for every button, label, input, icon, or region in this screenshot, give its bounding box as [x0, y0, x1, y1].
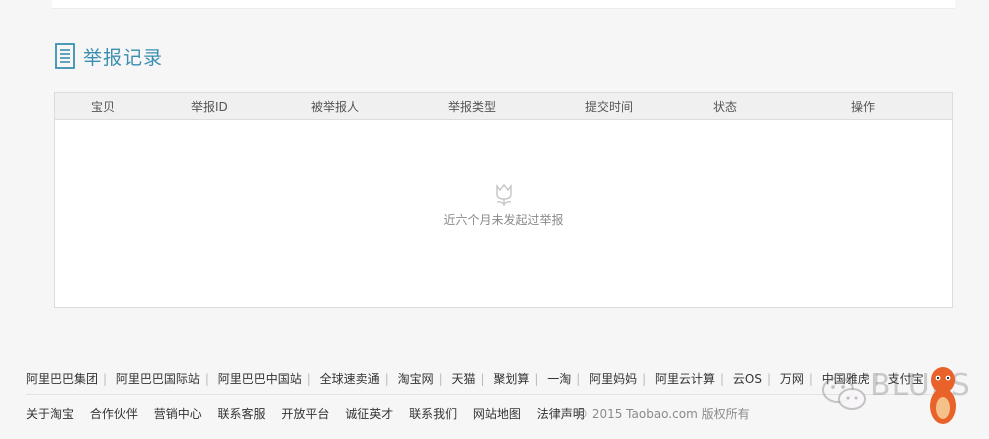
column-header-item: 宝贝 — [91, 100, 116, 114]
watermark: BLUES — [808, 362, 988, 432]
column-header-submit-time: 提交时间 — [585, 100, 634, 114]
footer-bottom-links: 关于淘宝 合作伙伴 营销中心 联系客服 开放平台 诚征英才 联系我们 网站地图 … — [26, 405, 597, 422]
copyright-text: © 2015 Taobao.com 版权所有 — [576, 407, 750, 421]
footer-link-aliyun[interactable]: 阿里云计算 — [655, 372, 715, 386]
document-icon — [55, 43, 75, 69]
column-header-report-id: 举报ID — [191, 100, 228, 114]
mascot-icon — [930, 367, 956, 424]
footer-link-sitemap[interactable]: 网站地图 — [473, 407, 521, 421]
footer-link-tmall[interactable]: 天猫 — [451, 372, 475, 386]
footer-link-taobao[interactable]: 淘宝网 — [398, 372, 434, 386]
wechat-icon — [822, 377, 866, 410]
empty-state: 近六个月未发起过举报 — [55, 183, 952, 228]
column-header-report-type: 举报类型 — [448, 100, 497, 114]
footer-link-marketing[interactable]: 营销中心 — [154, 407, 202, 421]
footer-link-etao[interactable]: 一淘 — [547, 372, 571, 386]
column-header-actions: 操作 — [851, 100, 876, 114]
footer-link-wanwang[interactable]: 万网 — [780, 372, 804, 386]
footer-link-customer-service[interactable]: 联系客服 — [218, 407, 266, 421]
section-header: 举报记录 — [55, 42, 163, 70]
page-title: 举报记录 — [83, 46, 164, 69]
footer-link-alibaba-international[interactable]: 阿里巴巴国际站 — [116, 372, 200, 386]
footer-link-careers[interactable]: 诚征英才 — [345, 407, 393, 421]
footer-link-contact-us[interactable]: 联系我们 — [409, 407, 457, 421]
column-header-status: 状态 — [713, 100, 738, 114]
footer-link-alimama[interactable]: 阿里妈妈 — [589, 372, 637, 386]
footer-link-alibaba-group[interactable]: 阿里巴巴集团 — [26, 372, 98, 386]
footer-link-open-platform[interactable]: 开放平台 — [281, 407, 329, 421]
tulip-icon — [495, 183, 512, 206]
footer-link-juhuasuan[interactable]: 聚划算 — [493, 372, 529, 386]
empty-message: 近六个月未发起过举报 — [443, 213, 564, 227]
top-panel-edge — [52, 0, 955, 9]
footer-link-yunos[interactable]: 云OS — [733, 372, 762, 386]
footer-link-about-taobao[interactable]: 关于淘宝 — [26, 407, 74, 421]
table-header: 宝贝 举报ID 被举报人 举报类型 提交时间 状态 操作 — [55, 93, 952, 120]
footer-link-aliexpress[interactable]: 全球速卖通 — [320, 372, 380, 386]
column-header-reported-user: 被举报人 — [311, 100, 360, 114]
footer-link-partners[interactable]: 合作伙伴 — [90, 407, 138, 421]
report-table: 宝贝 举报ID 被举报人 举报类型 提交时间 状态 操作 近六个月未发起过举报 — [54, 92, 953, 308]
footer-link-alibaba-china[interactable]: 阿里巴巴中国站 — [218, 372, 302, 386]
footer-partner-links: 阿里巴巴集团 | 阿里巴巴国际站 | 阿里巴巴中国站 | 全球速卖通 | 淘宝网 | 天猫… — [26, 372, 924, 386]
